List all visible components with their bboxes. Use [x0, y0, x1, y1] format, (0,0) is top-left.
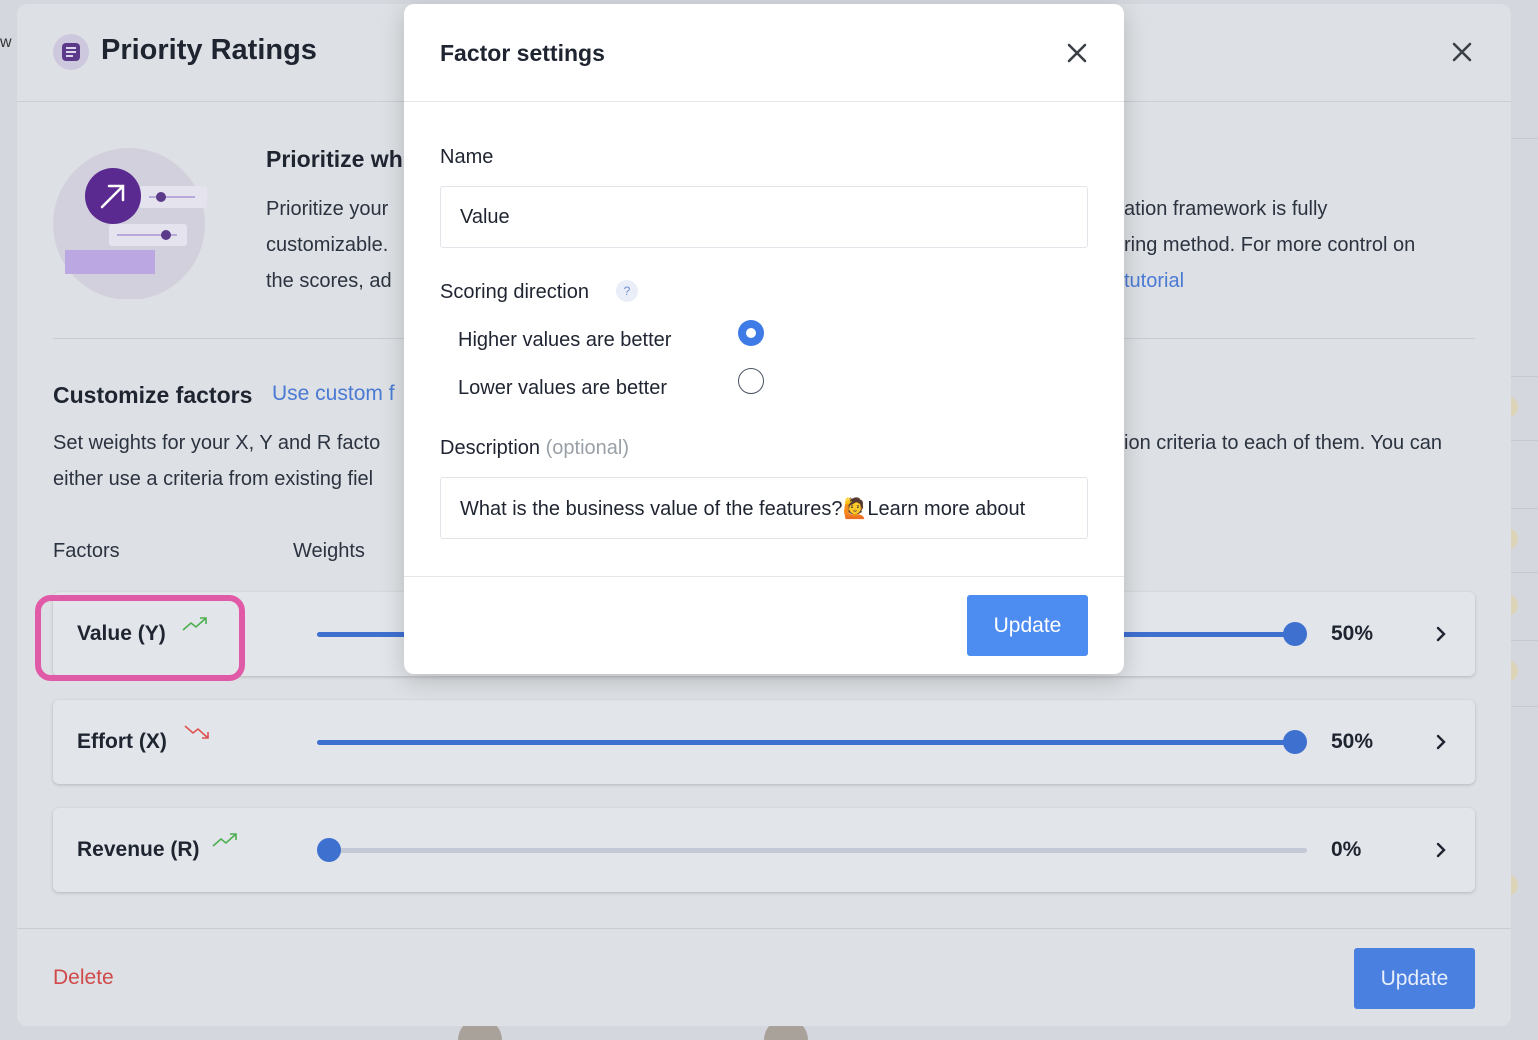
background-divider [1510, 440, 1538, 441]
intro-text: the scores, ad [266, 270, 392, 292]
intro-text: ation framework is fully [1124, 198, 1328, 220]
higher-values-radio[interactable] [738, 320, 764, 346]
customize-factors-title: Customize factors [53, 382, 253, 408]
slider-knob[interactable] [1283, 622, 1307, 646]
weight-percent: 0% [1331, 838, 1362, 861]
factor-name: Revenue (R) [77, 838, 200, 861]
background-divider [1510, 376, 1538, 377]
help-icon[interactable]: ? [616, 280, 638, 302]
description-input[interactable]: What is the business value of the featur… [440, 477, 1088, 539]
chevron-right-icon[interactable] [1433, 732, 1449, 752]
slider-knob[interactable] [1283, 730, 1307, 754]
name-input[interactable]: Value [440, 186, 1088, 248]
intro-text: ring method. For more control on [1124, 234, 1416, 256]
name-label: Name [440, 146, 494, 168]
chevron-right-icon[interactable] [1433, 624, 1449, 644]
factor-settings-dialog: Factor settings Name Value Scoring direc… [404, 4, 1124, 674]
description-label-text: Description [440, 437, 541, 459]
scoring-direction-label: Scoring direction [440, 281, 589, 303]
intro-text: Prioritize your [266, 198, 389, 220]
background-divider [1510, 138, 1538, 139]
intro-text: customizable. [266, 234, 389, 256]
background-divider [1510, 640, 1538, 641]
customize-description: either use a criteria from existing fiel [53, 468, 374, 490]
intro-title: Prioritize wh [266, 146, 403, 172]
chevron-right-icon[interactable] [1433, 840, 1449, 860]
lower-values-radio[interactable] [738, 368, 764, 394]
customize-description: ion criteria to each of them. You can [1124, 432, 1442, 454]
factor-row-effort[interactable]: Effort (X) 50% [53, 700, 1475, 784]
modal-title: Priority Ratings [101, 34, 317, 66]
weight-slider[interactable] [317, 838, 1307, 862]
dialog-update-button[interactable]: Update [967, 595, 1088, 656]
footer-divider [17, 928, 1511, 929]
dialog-header-divider [404, 101, 1124, 102]
trend-down-icon [184, 725, 209, 739]
optional-hint: (optional) [545, 437, 629, 459]
background-divider [1510, 508, 1538, 509]
weight-percent: 50% [1331, 622, 1374, 645]
close-icon[interactable] [1447, 37, 1477, 67]
slider-fill [317, 740, 1295, 745]
weight-slider[interactable] [317, 730, 1307, 754]
weights-column-header: Weights [293, 540, 365, 562]
weight-percent: 50% [1331, 730, 1374, 753]
factor-row-revenue[interactable]: Revenue (R) 0% [53, 808, 1475, 892]
use-custom-fields-link[interactable]: Use custom f [272, 382, 395, 406]
dialog-footer-divider [404, 576, 1124, 577]
background-text: w [0, 34, 12, 51]
background-divider [1510, 706, 1538, 707]
highlight-annotation [35, 595, 245, 681]
trend-up-icon [212, 833, 237, 847]
factors-column-header: Factors [53, 540, 120, 562]
lower-values-label[interactable]: Lower values are better [458, 377, 667, 400]
background-divider [1510, 572, 1538, 573]
tutorial-link[interactable]: tutorial [1124, 270, 1184, 293]
description-label: Description (optional) [440, 437, 629, 460]
close-icon[interactable] [1062, 38, 1092, 68]
update-button[interactable]: Update [1354, 948, 1475, 1009]
higher-values-label[interactable]: Higher values are better [458, 329, 671, 352]
prioritize-illustration [53, 148, 207, 299]
dialog-title: Factor settings [440, 40, 605, 66]
list-icon [53, 34, 89, 70]
customize-description: Set weights for your X, Y and R facto [53, 432, 381, 454]
slider-knob[interactable] [317, 838, 341, 862]
delete-button[interactable]: Delete [53, 966, 114, 990]
factor-name: Effort (X) [77, 730, 167, 753]
